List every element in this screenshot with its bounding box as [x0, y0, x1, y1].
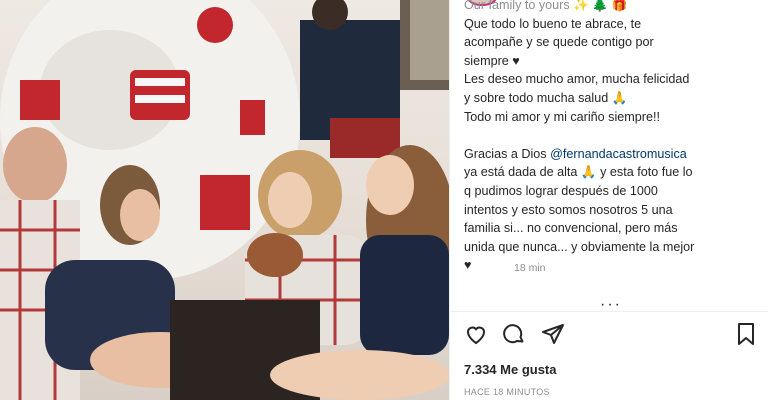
- bookmark-icon[interactable]: [734, 322, 760, 348]
- caption-top-line: Our family to yours ✨ 🌲 🎁: [464, 0, 628, 12]
- divider: [450, 311, 768, 312]
- caption-thanks-prefix: Gracias a Dios: [464, 146, 551, 161]
- caption-thanks-body: ya está dada de alta 🙏 y esta foto fue l…: [464, 165, 695, 273]
- comment-icon[interactable]: [502, 322, 528, 348]
- comment-timestamp: 18 min: [514, 262, 546, 274]
- send-icon[interactable]: [541, 322, 567, 348]
- family-christmas-photo: [0, 0, 449, 400]
- post-actions: [464, 322, 760, 350]
- caption-body: Que todo lo bueno te abrace, te acompañe…: [464, 16, 690, 124]
- mention-link[interactable]: @fernandacastromusica: [550, 147, 687, 161]
- post-caption: Our family to yours ✨ 🌲 🎁 Que todo lo bu…: [464, 0, 760, 275]
- post-side-panel: Our family to yours ✨ 🌲 🎁 Que todo lo bu…: [449, 0, 768, 400]
- post-photo[interactable]: [0, 0, 449, 400]
- post-time-ago[interactable]: HACE 18 MINUTOS: [464, 387, 550, 397]
- heart-icon[interactable]: [464, 322, 490, 348]
- likes-count[interactable]: 7.334 Me gusta: [464, 362, 557, 377]
